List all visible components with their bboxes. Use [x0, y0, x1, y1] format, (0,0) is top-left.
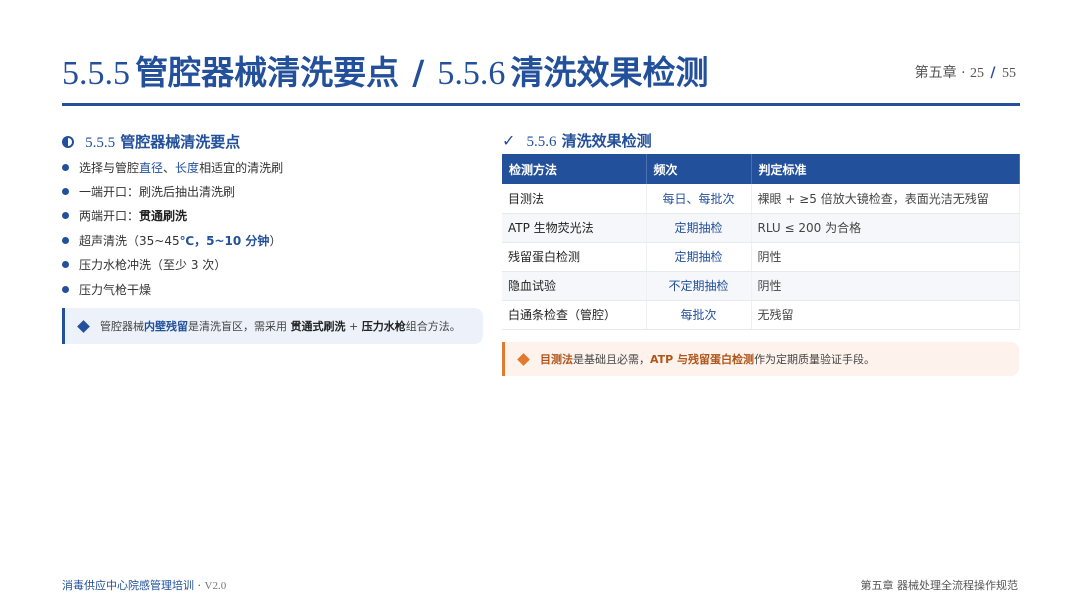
cell-criteria: 阴性: [751, 242, 1020, 272]
note-segment: +: [345, 320, 362, 333]
highlight-duration: ℃，5~10 分钟: [179, 233, 270, 248]
cell-frequency: 定期抽检: [646, 213, 752, 243]
cell-frequency: 不定期抽检: [646, 271, 752, 301]
table-row: 残留蛋白检测 定期抽检 阴性: [502, 242, 1020, 272]
left-note-text: 管腔器械内壁残留是清洗盲区，需采用 贯通式刷洗 + 压力水枪组合方法。: [100, 318, 461, 334]
title-row: 5.5.5 管腔器械清洗要点 / 5.5.6 清洗效果检测 第五章 · 25 /…: [62, 46, 1020, 96]
cell-criteria: 裸眼 + ≥5 倍放大镜检查，表面光洁无残留: [751, 184, 1020, 214]
bullet-text: 相适宜的清洗刷: [199, 160, 284, 175]
footer-version: V2.0: [204, 580, 227, 592]
footer-course-title: 消毒供应中心院感管理培训 · V2.0: [62, 577, 226, 593]
left-section-heading: 5.5.5 管腔器械清洗要点: [62, 131, 240, 152]
page-separator: /: [990, 65, 996, 81]
table-row: 白通条检查（管腔） 每批次 无残留: [502, 300, 1020, 330]
right-heading-number: 5.5.6: [526, 134, 557, 150]
cleaning-points-list: 选择与管腔 直径、长度 相适宜的清洗刷 一端开口：刷洗后抽出清洗刷 两端开口： 贯通刷…: [62, 155, 283, 301]
bullet-text: 、: [163, 160, 176, 175]
note-bold: 贯通式刷洗: [290, 320, 346, 333]
cell-criteria: 阴性: [751, 271, 1020, 301]
bullet-dot-icon: [62, 212, 69, 220]
list-item: 压力水枪冲洗（至少 3 次）: [62, 253, 283, 277]
page-total: 55: [1002, 66, 1016, 81]
header-criteria: 判定标准: [751, 154, 1020, 184]
cell-criteria: 无残留: [751, 300, 1020, 330]
bullet-text: 超声清洗（35~45: [79, 233, 180, 248]
cell-method: 白通条检查（管腔）: [502, 300, 647, 330]
note-highlight: ATP 与残留蛋白检测: [650, 353, 755, 366]
diamond-icon: [517, 352, 530, 366]
cell-criteria: RLU ≤ 200 为合格: [751, 213, 1020, 243]
title-text-2: 清洗效果检测: [510, 53, 709, 92]
highlight-diameter: 直径: [139, 160, 164, 175]
note-segment: 作为定期质量验证手段。: [754, 353, 876, 366]
page-indicator: 第五章 · 25 / 55: [915, 62, 1016, 82]
right-note-text: 目测法是基础且必需，ATP 与残留蛋白检测作为定期质量验证手段。: [540, 351, 875, 367]
right-section-heading: ✓ 5.5.6 清洗效果检测: [502, 130, 652, 151]
table-row: ATP 生物荧光法 定期抽检 RLU ≤ 200 为合格: [502, 213, 1020, 243]
highlight-length: 长度: [175, 160, 200, 175]
bullet-text: 压力水枪冲洗（至少 3 次）: [79, 258, 227, 273]
right-heading-text: 清洗效果检测: [561, 132, 652, 150]
footer-chapter-title: 第五章 器械处理全流程操作规范: [860, 579, 1019, 592]
title-number-2: 5.5.6: [437, 55, 506, 92]
list-item: 压力气枪干燥: [62, 277, 283, 301]
page-title: 5.5.5 管腔器械清洗要点 / 5.5.6 清洗效果检测: [62, 46, 708, 94]
title-separator: /: [412, 53, 425, 92]
check-icon: ✓: [502, 131, 516, 150]
left-heading-text: 管腔器械清洗要点: [120, 133, 241, 151]
right-note-callout: 目测法是基础且必需，ATP 与残留蛋白检测作为定期质量验证手段。: [502, 342, 1019, 376]
left-heading-number: 5.5.5: [85, 135, 116, 151]
page-current: 25: [969, 66, 984, 81]
cell-method: 残留蛋白检测: [502, 242, 647, 272]
title-text-1: 管腔器械清洗要点: [135, 53, 400, 92]
bullet-dot-icon: [62, 285, 69, 293]
footer-dot: ·: [194, 579, 205, 592]
table-row: 隐血试验 不定期抽检 阴性: [502, 271, 1020, 301]
footer-course-name: 消毒供应中心院感管理培训: [62, 579, 194, 592]
list-item: 两端开口： 贯通刷洗: [62, 204, 283, 228]
note-highlight: 目测法: [540, 353, 573, 366]
list-item: 一端开口：刷洗后抽出清洗刷: [62, 179, 283, 203]
note-segment: 是清洗盲区，需采用: [188, 320, 291, 333]
note-bold: 压力水枪: [361, 320, 406, 333]
table-row: 目测法 每日、每批次 裸眼 + ≥5 倍放大镜检查，表面光洁无残留: [502, 184, 1020, 214]
bullet-text: ）: [269, 233, 282, 248]
bullet-text: 两端开口：: [79, 209, 140, 224]
list-item: 选择与管腔 直径、长度 相适宜的清洗刷: [62, 155, 283, 179]
bullet-dot-icon: [62, 163, 69, 171]
cell-method: 隐血试验: [502, 271, 647, 301]
bullet-dot-icon: [62, 188, 69, 196]
note-segment: 管腔器械: [100, 320, 144, 333]
cell-method: ATP 生物荧光法: [502, 213, 647, 243]
diamond-icon: [77, 319, 90, 333]
title-number-1: 5.5.5: [62, 55, 130, 92]
cell-frequency: 定期抽检: [646, 242, 752, 272]
note-segment: 组合方法。: [405, 320, 461, 333]
cell-frequency: 每批次: [646, 300, 752, 330]
list-item: 超声清洗（35~45 ℃，5~10 分钟）: [62, 228, 283, 252]
chapter-label: 第五章: [914, 65, 957, 81]
header-method: 检测方法: [502, 154, 647, 184]
half-circle-icon: [62, 136, 74, 148]
bold-through-brush: 贯通刷洗: [139, 209, 188, 224]
note-highlight: 内壁残留: [144, 320, 188, 333]
title-divider: [62, 103, 1020, 106]
header-frequency: 频次: [646, 154, 752, 184]
bullet-dot-icon: [62, 261, 69, 269]
detection-methods-table: 检测方法 频次 判定标准 目测法 每日、每批次 裸眼 + ≥5 倍放大镜检查，表…: [502, 154, 1020, 330]
bullet-text: 一端开口：刷洗后抽出清洗刷: [79, 185, 236, 200]
left-note-callout: 管腔器械内壁残留是清洗盲区，需采用 贯通式刷洗 + 压力水枪组合方法。: [62, 308, 483, 344]
cell-frequency: 每日、每批次: [646, 184, 752, 214]
bullet-dot-icon: [62, 236, 69, 244]
bullet-text: 选择与管腔: [79, 160, 140, 175]
table-header-row: 检测方法 频次 判定标准: [502, 154, 1020, 184]
note-segment: 是基础且必需，: [573, 353, 650, 366]
bullet-text: 压力气枪干燥: [79, 282, 152, 297]
cell-method: 目测法: [502, 184, 647, 214]
pager-dot: ·: [961, 65, 966, 81]
